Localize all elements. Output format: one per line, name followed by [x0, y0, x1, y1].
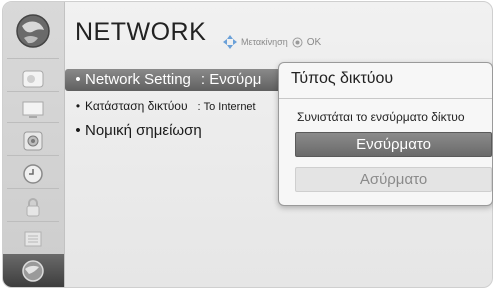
menu-item-value: : Ενσύρμ	[200, 71, 262, 88]
hint-ok-label: OK	[306, 36, 322, 48]
popup-message: Συνιστάται το ενσύρματο δίκτυο	[297, 110, 465, 124]
popup-title: Τύπος δικτύου	[291, 70, 394, 87]
wireless-option-button[interactable]: Ασύρματο	[295, 167, 492, 192]
menu-item-legal-notice[interactable]: • Νομική σημείωση	[65, 120, 202, 142]
picture-icon[interactable]	[18, 64, 48, 94]
hint-move-label: Μετακίνηση	[241, 37, 288, 47]
audio-icon[interactable]	[18, 126, 48, 156]
menu-item-value: : To Internet	[197, 101, 256, 113]
lock-icon[interactable]	[18, 192, 48, 222]
page-title: NETWORK	[75, 18, 207, 46]
options-icon[interactable]	[18, 224, 48, 254]
menu-item-network-status[interactable]: • Κατάσταση δικτύου: To Internet	[65, 95, 281, 117]
popup-divider	[279, 98, 492, 99]
ok-button-icon	[292, 37, 303, 47]
globe-icon[interactable]	[12, 10, 54, 52]
network-icon[interactable]	[18, 256, 48, 286]
navigation-hint: Μετακίνηση OK	[223, 35, 321, 49]
sidebar	[3, 2, 65, 287]
menu-item-label: Κατάσταση δικτύου	[85, 99, 188, 113]
screen-icon[interactable]	[18, 94, 48, 124]
menu-item-label: Network Setting	[85, 71, 191, 88]
menu-item-network-setting[interactable]: • Network Setting: Ενσύρμ	[65, 69, 295, 91]
menu-item-label: Νομική σημείωση	[85, 122, 202, 139]
clock-icon[interactable]	[18, 159, 48, 189]
network-type-popup: Τύπος δικτύου Συνιστάται το ενσύρματο δί…	[278, 62, 493, 206]
dpad-icon	[223, 35, 237, 49]
wired-option-button[interactable]: Ενσύρματο	[295, 132, 492, 157]
